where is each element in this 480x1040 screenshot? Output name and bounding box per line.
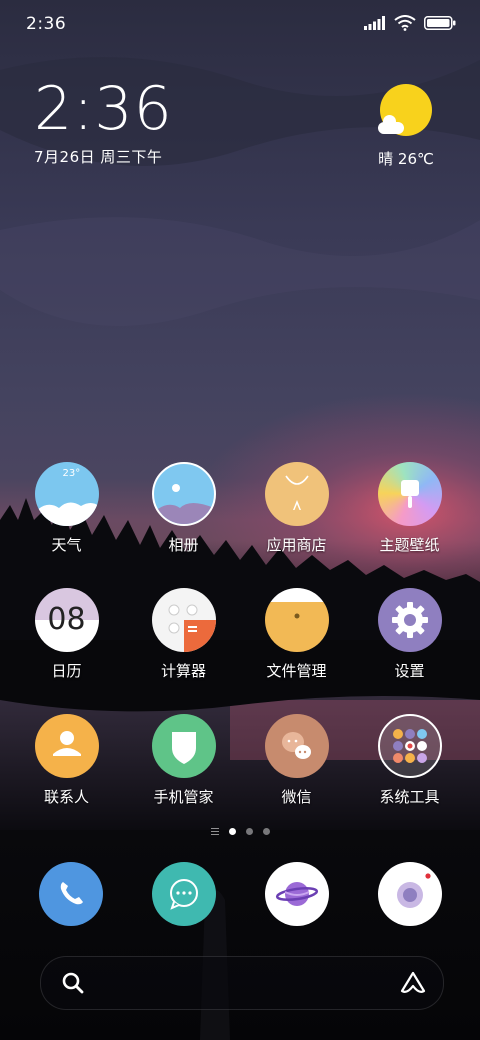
dock-phone[interactable] [14,862,127,926]
battery-icon [424,16,456,30]
status-bar: 2:36 [0,0,480,50]
clock-time: 2:36 [34,74,173,144]
system-tools-folder-icon [377,714,442,778]
app-label: 系统工具 [379,788,440,806]
app-wechat[interactable]: 微信 [240,714,353,807]
messages-icon [151,862,216,926]
app-label: 应用商店 [266,536,327,554]
app-label: 计算器 [160,662,206,680]
app-store-icon [264,462,329,526]
calendar-date: 08 [47,602,86,637]
dock-camera[interactable] [353,862,466,926]
wifi-icon [394,15,416,31]
app-security[interactable]: 手机管家 [127,714,240,807]
app-weather[interactable]: 23° 天气 [10,462,123,555]
search-bar[interactable] [40,956,444,1010]
settings-icon [377,588,442,652]
status-icons [364,15,456,31]
page-indicator[interactable] [0,828,480,835]
dock-messages[interactable] [127,862,240,926]
clock-widget[interactable]: 2:36 7月26日 周三下午 [34,76,173,167]
app-label: 日历 [51,662,82,680]
wechat-icon [264,714,329,778]
dock-browser[interactable] [240,862,353,926]
app-label: 联系人 [43,788,89,806]
weather-widget[interactable]: 晴 26℃ [366,84,446,169]
page-dot [262,828,270,835]
app-label: 手机管家 [153,788,214,806]
file-manager-icon [264,588,329,652]
weather-icon-temp: 23° [62,468,81,479]
page-dot-active [228,828,236,835]
app-label: 设置 [394,662,425,680]
signal-icon [364,16,385,30]
weather-icon: 23° [34,462,99,526]
calculator-icon [151,588,216,652]
weather-text: 晴 26℃ [378,150,434,168]
app-gallery[interactable]: 相册 [127,462,240,555]
themes-icon [377,462,442,526]
app-calendar[interactable]: 08 日历 [10,588,123,681]
search-icon [62,972,84,994]
app-system-tools[interactable]: 系统工具 [353,714,466,807]
app-file-manager[interactable]: 文件管理 [240,588,353,681]
camera-icon [377,862,442,926]
app-label: 主题壁纸 [379,536,440,554]
app-contacts[interactable]: 联系人 [10,714,123,807]
browser-icon [264,862,329,926]
gallery-icon [151,462,216,526]
app-calculator[interactable]: 计算器 [127,588,240,681]
calendar-icon: 08 [34,588,99,652]
assistant-icon[interactable] [399,970,427,996]
clock-date: 7月26日 周三下午 [34,148,163,166]
page-dot [245,828,253,835]
app-themes[interactable]: 主题壁纸 [353,462,466,555]
app-label: 微信 [281,788,312,806]
app-store[interactable]: 应用商店 [240,462,353,555]
sunny-cloud-icon [378,84,432,136]
contacts-icon [34,714,99,778]
app-label: 文件管理 [266,662,327,680]
phone-icon [38,862,103,926]
menu-lines-icon [210,828,219,835]
status-time: 2:36 [26,14,67,34]
security-icon [151,714,216,778]
app-label: 天气 [51,536,82,554]
app-settings[interactable]: 设置 [353,588,466,681]
app-label: 相册 [168,536,199,554]
